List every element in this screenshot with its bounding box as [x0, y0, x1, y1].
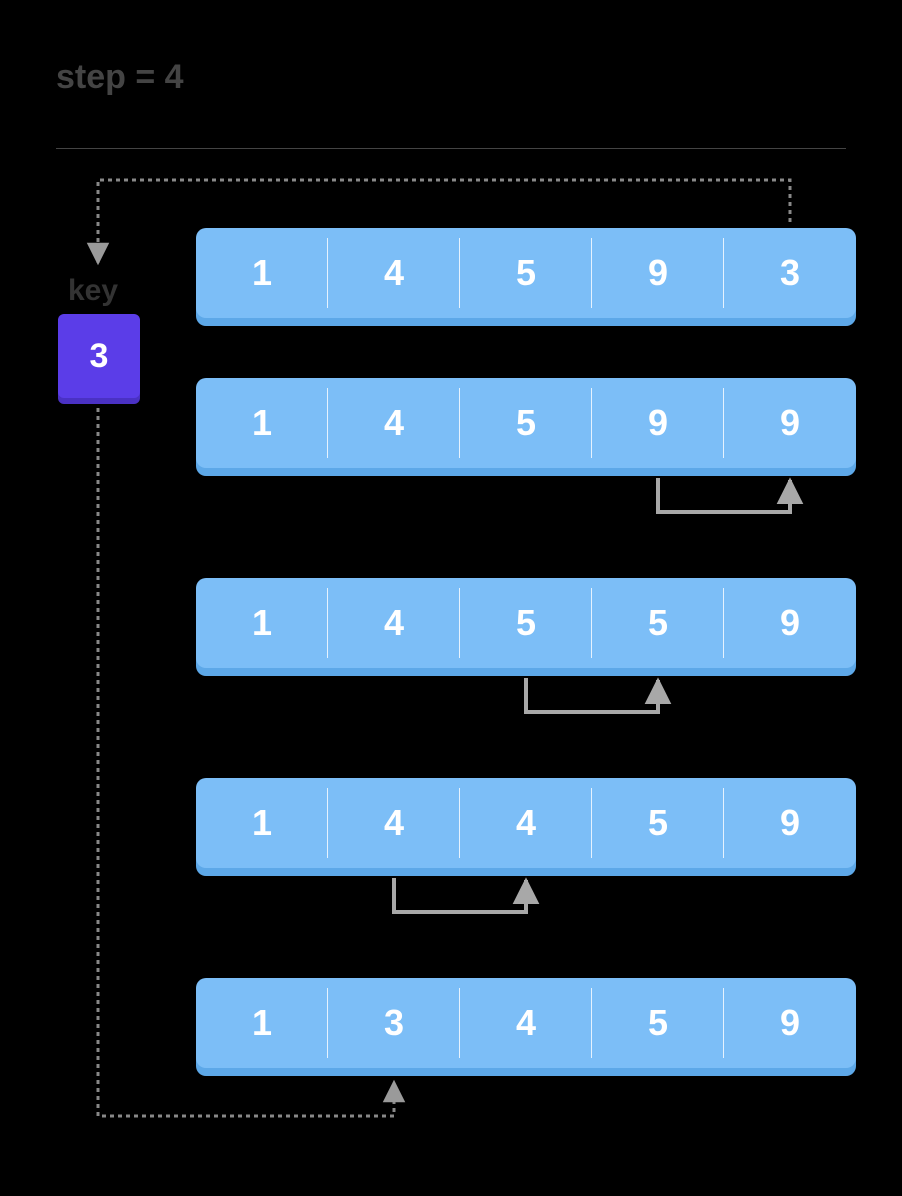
cell: 1 [196, 228, 328, 318]
key-box: 3 [58, 314, 140, 398]
cell: 9 [724, 578, 856, 668]
cell: 5 [460, 578, 592, 668]
array-row-2: 1 4 5 9 9 [196, 378, 856, 468]
cell: 5 [460, 378, 592, 468]
cell: 5 [460, 228, 592, 318]
cell: 1 [196, 578, 328, 668]
shift-arrow-1 [658, 478, 790, 512]
cell: 3 [328, 978, 460, 1068]
cell: 1 [196, 978, 328, 1068]
array-row-1: 1 4 5 9 3 [196, 228, 856, 318]
cell: 5 [592, 578, 724, 668]
array-row-4: 1 4 4 5 9 [196, 778, 856, 868]
cell: 4 [328, 378, 460, 468]
cell: 1 [196, 778, 328, 868]
divider [56, 148, 846, 149]
cell: 3 [724, 228, 856, 318]
cell: 9 [724, 378, 856, 468]
cell: 4 [460, 778, 592, 868]
shift-arrow-2 [526, 678, 658, 712]
cell: 9 [724, 778, 856, 868]
cell: 5 [592, 978, 724, 1068]
step-label: step = 4 [56, 58, 184, 97]
cell: 4 [328, 778, 460, 868]
cell: 4 [460, 978, 592, 1068]
cell: 9 [724, 978, 856, 1068]
cell: 4 [328, 578, 460, 668]
cell: 9 [592, 228, 724, 318]
cell: 4 [328, 228, 460, 318]
cell: 5 [592, 778, 724, 868]
cell: 9 [592, 378, 724, 468]
array-row-5: 1 3 4 5 9 [196, 978, 856, 1068]
key-label: key [68, 274, 118, 308]
array-row-3: 1 4 5 5 9 [196, 578, 856, 668]
shift-arrow-3 [394, 878, 526, 912]
cell: 1 [196, 378, 328, 468]
